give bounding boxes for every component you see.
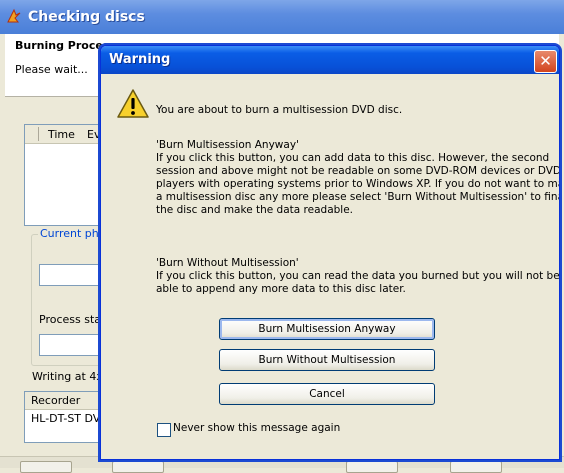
column-time[interactable]: Time xyxy=(48,128,75,141)
background-button[interactable] xyxy=(112,461,164,473)
app-icon xyxy=(7,8,21,23)
column-event[interactable]: Ev xyxy=(87,128,100,141)
section1-line: the disc and make the data readable. xyxy=(156,204,354,216)
section2-line: able to append any more data to this dis… xyxy=(156,283,406,295)
cancel-button[interactable]: Cancel xyxy=(219,383,435,405)
background-button[interactable] xyxy=(346,461,398,473)
warning-icon xyxy=(117,89,149,118)
never-show-checkbox[interactable] xyxy=(157,423,171,437)
dialog-title: Warning xyxy=(109,52,171,67)
background-header-subtitle: Please wait... xyxy=(15,63,88,76)
dialog-titlebar[interactable]: Warning ✕ xyxy=(101,46,559,74)
never-show-label[interactable]: Never show this message again xyxy=(173,422,340,434)
column-separator xyxy=(38,127,39,141)
recorder-row[interactable]: HL-DT-ST DVD xyxy=(31,412,109,425)
background-button[interactable] xyxy=(450,461,502,473)
dialog-body: You are about to burn a multisession DVD… xyxy=(101,74,559,459)
section1-line: If you click this button, you can add da… xyxy=(156,152,550,164)
close-icon: ✕ xyxy=(539,52,552,70)
close-button[interactable]: ✕ xyxy=(534,50,557,73)
background-button[interactable] xyxy=(20,461,72,473)
section1-line: a multisession disc any more please sele… xyxy=(156,191,560,203)
section1-line: session and above might not be readable … xyxy=(156,165,560,177)
background-titlebar: Checking discs xyxy=(0,0,564,34)
section2-line: If you click this button, you can read t… xyxy=(156,270,560,282)
warning-dialog: Warning ✕ You are about to burn a multis… xyxy=(100,45,560,460)
burn-without-multisession-button[interactable]: Burn Without Multisession xyxy=(219,349,435,371)
burn-multisession-anyway-button[interactable]: Burn Multisession Anyway xyxy=(219,318,435,340)
warning-message: You are about to burn a multisession DVD… xyxy=(156,104,403,116)
recorder-column-header: Recorder xyxy=(31,394,81,407)
section1-title: 'Burn Multisession Anyway' xyxy=(156,139,299,151)
section1-line: players with operating systems prior to … xyxy=(156,178,560,190)
background-window-title: Checking discs xyxy=(28,9,145,25)
section2-title: 'Burn Without Multisession' xyxy=(156,257,299,269)
